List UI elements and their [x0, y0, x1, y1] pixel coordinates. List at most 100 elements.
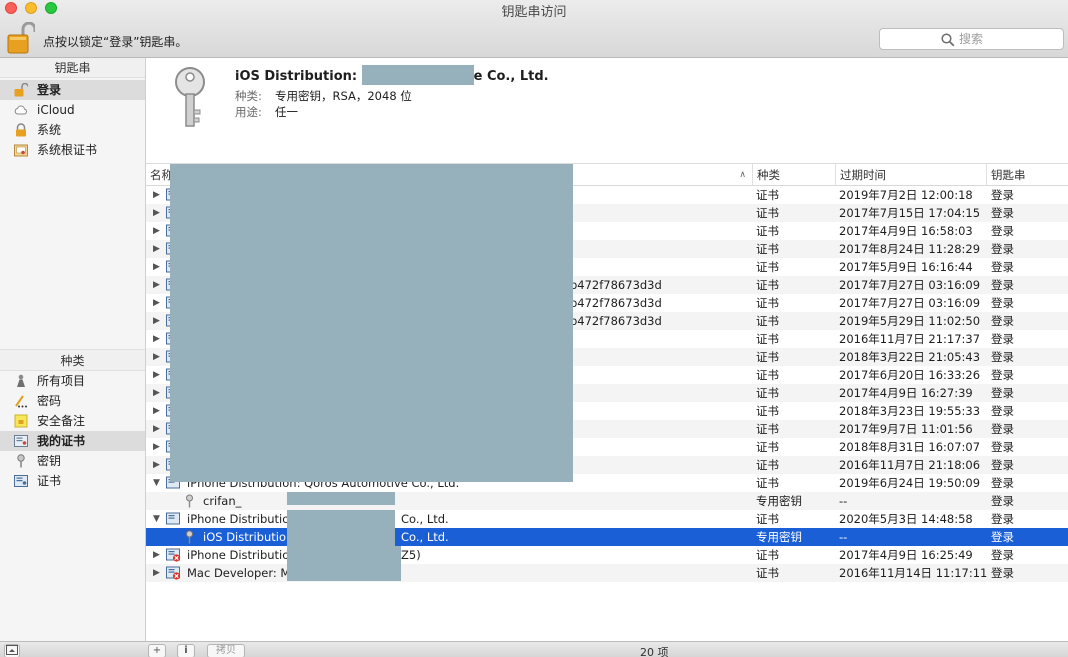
cell-keychain: 登录: [991, 368, 1014, 382]
search-input[interactable]: [959, 30, 1059, 48]
table-row[interactable]: ▶ Mac Developer: Ma 证书 2016年11月14日 11:17:11…: [146, 564, 1068, 582]
sidebar-item-system[interactable]: 系统: [0, 120, 145, 140]
cell-kind: 证书: [756, 278, 779, 292]
disclosure-collapsed-icon[interactable]: ▶: [153, 348, 163, 366]
disclosure-expanded-icon[interactable]: ▼: [153, 474, 163, 492]
invalid-certificate-icon: [166, 566, 181, 580]
cloud-icon: [14, 105, 27, 115]
sidebar-item-keys[interactable]: 密钥: [0, 451, 145, 471]
cell-kind: 证书: [756, 206, 779, 220]
lock-open-icon: [14, 83, 28, 97]
item-title-prefix: iOS Distribution:: [235, 69, 358, 84]
disclosure-collapsed-icon[interactable]: ▶: [153, 186, 163, 204]
sidebar-item-certificates[interactable]: 证书: [0, 471, 145, 491]
search-icon: [941, 33, 955, 47]
get-info-button[interactable]: i: [177, 644, 195, 657]
sidebar-item-system-roots[interactable]: 系统根证书: [0, 140, 145, 160]
sidebar-item-my-certificates[interactable]: 我的证书: [0, 431, 145, 451]
table-row[interactable]: iOS Distribution: Co., Ltd. 专用密钥 -- 登录: [146, 528, 1068, 546]
cell-kind: 证书: [756, 260, 779, 274]
cell-keychain: 登录: [991, 530, 1014, 544]
disclosure-collapsed-icon[interactable]: ▶: [153, 438, 163, 456]
sidebar-item-login[interactable]: 登录: [0, 80, 145, 100]
add-item-button[interactable]: +: [148, 644, 166, 657]
sidebar-item-label: 安全备注: [37, 414, 86, 428]
disclosure-collapsed-icon[interactable]: ▶: [153, 330, 163, 348]
usage-label: 用途:: [235, 105, 262, 119]
disclosure-collapsed-icon[interactable]: ▶: [153, 222, 163, 240]
cell-expires: 2017年7月15日 17:04:15: [839, 206, 981, 220]
title-bar: 钥匙串访问 点按以锁定“登录”钥匙串。: [0, 0, 1068, 58]
copy-button[interactable]: 拷贝: [207, 644, 245, 657]
sidebar-item-label: 登录: [37, 83, 62, 97]
cell-kind: 证书: [756, 512, 779, 526]
certificate-icon: [166, 512, 181, 526]
cell-kind: 证书: [756, 296, 779, 310]
cell-kind: 证书: [756, 440, 779, 454]
lock-keychain-button[interactable]: [7, 21, 37, 54]
cell-keychain: 登录: [991, 476, 1014, 490]
cell-keychain: 登录: [991, 494, 1014, 508]
key-icon: [175, 67, 205, 127]
cell-keychain: 登录: [991, 548, 1014, 562]
cell-keychain: 登录: [991, 422, 1014, 436]
kind-value: 专用密钥，RSA，2048 位: [275, 89, 412, 103]
cell-keychain: 登录: [991, 206, 1014, 220]
cell-kind: 专用密钥: [756, 530, 802, 544]
cell-kind: 证书: [756, 548, 779, 562]
sidebar-item-label: 所有项目: [37, 374, 86, 388]
column-header-keychain[interactable]: 钥匙串: [986, 164, 1068, 186]
cell-expires: 2019年5月29日 11:02:50: [839, 314, 981, 328]
table-row[interactable]: crifan_ 专用密钥 -- 登录: [146, 492, 1068, 510]
sort-ascending-icon: ∧: [739, 170, 746, 180]
table-row[interactable]: ▼ iPhone Distribution: Co., Ltd. 证书 2020年5月3…: [146, 510, 1068, 528]
cell-keychain: 登录: [991, 332, 1014, 346]
disclosure-expanded-icon[interactable]: ▼: [153, 510, 163, 528]
sidebar-item-all-items[interactable]: 所有项目: [0, 371, 145, 391]
column-header-expires[interactable]: 过期时间: [835, 164, 986, 186]
disclosure-collapsed-icon[interactable]: ▶: [153, 546, 163, 564]
disclosure-collapsed-icon[interactable]: ▶: [153, 258, 163, 276]
cell-expires: --: [839, 494, 848, 508]
disclosure-collapsed-icon[interactable]: ▶: [153, 204, 163, 222]
my-certificate-icon: [14, 435, 28, 447]
cell-kind: 证书: [756, 368, 779, 382]
disclosure-collapsed-icon[interactable]: ▶: [153, 366, 163, 384]
sidebar-item-passwords[interactable]: 密码: [0, 391, 145, 411]
window-title: 钥匙串访问: [501, 5, 567, 20]
cell-expires: 2017年7月27日 03:16:09: [839, 278, 981, 292]
column-header-kind[interactable]: 种类: [752, 164, 836, 186]
disclosure-collapsed-icon[interactable]: ▶: [153, 420, 163, 438]
disclosure-collapsed-icon[interactable]: ▶: [153, 240, 163, 258]
sidebar-item-label: 证书: [37, 474, 62, 488]
disclosure-collapsed-icon[interactable]: ▶: [153, 384, 163, 402]
disclosure-collapsed-icon[interactable]: ▶: [153, 276, 163, 294]
cell-expires: 2018年3月22日 21:05:43: [839, 350, 981, 364]
sidebar-item-icloud[interactable]: iCloud: [0, 100, 145, 120]
disclosure-collapsed-icon[interactable]: ▶: [153, 456, 163, 474]
cell-expires: --: [839, 530, 848, 544]
cell-expires: 2017年4月9日 16:58:03: [839, 224, 973, 238]
cell-kind: 证书: [756, 332, 779, 346]
disclosure-collapsed-icon[interactable]: ▶: [153, 402, 163, 420]
items-table[interactable]: 名称 ∧ 种类 过期时间 钥匙串 ▶ 证书 2019年7月2日 12:00:18 登录…: [146, 164, 1068, 641]
table-row[interactable]: ▶ iPhone Distribution Z5) 证书 2017年4月9日 16:25…: [146, 546, 1068, 564]
invalid-certificate-icon: [166, 548, 181, 562]
sidebar-item-secure-notes[interactable]: 安全备注: [0, 411, 145, 431]
disclosure-collapsed-icon[interactable]: ▶: [153, 312, 163, 330]
cell-expires: 2020年5月3日 14:48:58: [839, 512, 973, 526]
disclosure-collapsed-icon[interactable]: ▶: [153, 564, 163, 582]
redaction-block: [287, 510, 395, 546]
toggle-sidebar-button[interactable]: [4, 644, 20, 657]
cell-kind: 证书: [756, 188, 779, 202]
cell-expires: 2016年11月7日 21:18:06: [839, 458, 981, 472]
cell-expires: 2019年6月24日 19:50:09: [839, 476, 981, 490]
cell-expires: 2017年9月7日 11:01:56: [839, 422, 973, 436]
key-icon: [182, 494, 197, 508]
cell-expires: 2016年11月14日 11:17:11: [839, 566, 988, 580]
search-box[interactable]: [879, 28, 1064, 50]
cell-keychain: 登录: [991, 350, 1014, 364]
cell-keychain: 登录: [991, 242, 1014, 256]
lock-open-icon: [7, 21, 37, 54]
disclosure-collapsed-icon[interactable]: ▶: [153, 294, 163, 312]
